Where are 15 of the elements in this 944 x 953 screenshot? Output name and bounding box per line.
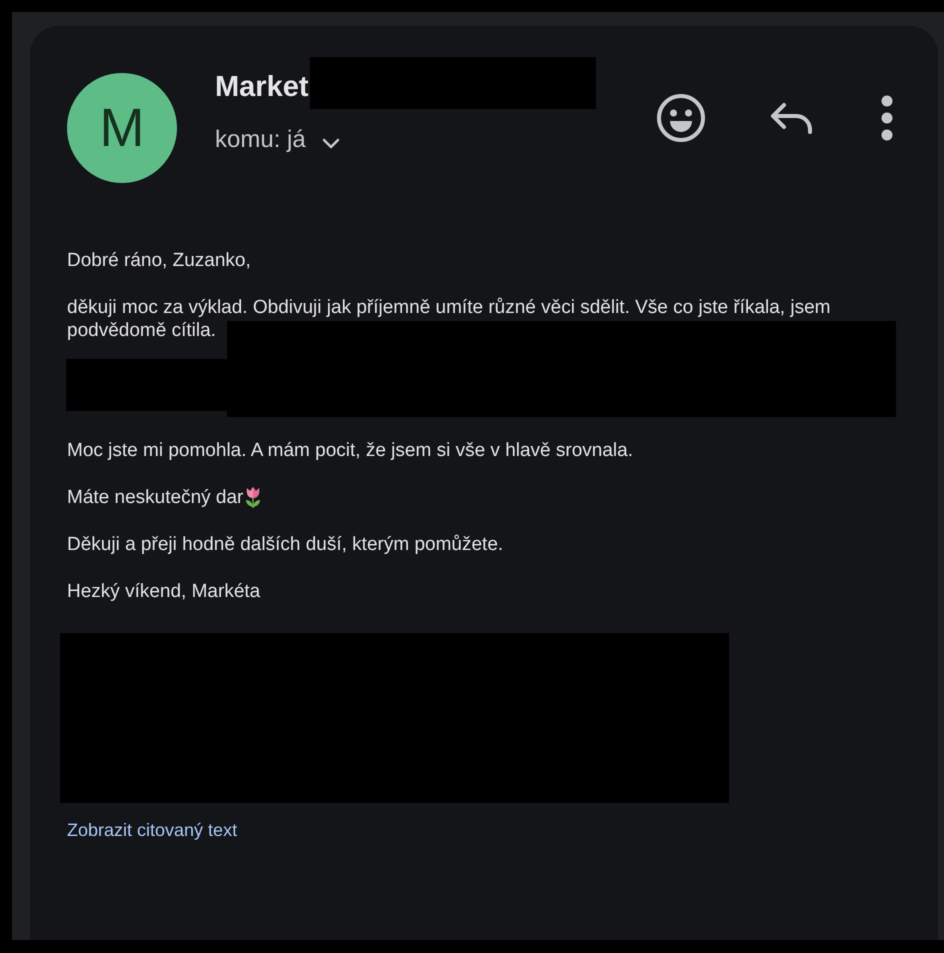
smiley-icon[interactable] (657, 94, 705, 142)
sender-name: Market (215, 70, 308, 104)
more-options-icon[interactable] (881, 95, 893, 141)
message-paragraph: Dobré ráno, Zuzanko, (67, 250, 251, 271)
message-paragraph: Hezký víkend, Markéta (67, 581, 260, 602)
message-paragraph: Děkuji a přeji hodně dalších duší, kterým pomůžete. (67, 534, 504, 555)
tulip-icon (244, 487, 262, 508)
recipient-toggle[interactable]: komu: já (215, 126, 340, 154)
message-paragraph: Moc jste mi pomohla. A mám pocit, že jsem si vše v hlavě srovnala. (67, 440, 633, 461)
chevron-down-icon (322, 138, 340, 148)
reply-icon[interactable] (769, 102, 814, 134)
show-quoted-text-link[interactable]: Zobrazit citovaný text (67, 819, 238, 842)
message-paragraph: Máte neskutečný dar (67, 486, 244, 509)
avatar: M (67, 73, 177, 183)
message-paragraph: děkuji moc za výklad. Obdivuji jak příjemně umíte různé věci sdělit. Vše co jste říkala, jsem podvědomě cítila. (67, 297, 830, 341)
